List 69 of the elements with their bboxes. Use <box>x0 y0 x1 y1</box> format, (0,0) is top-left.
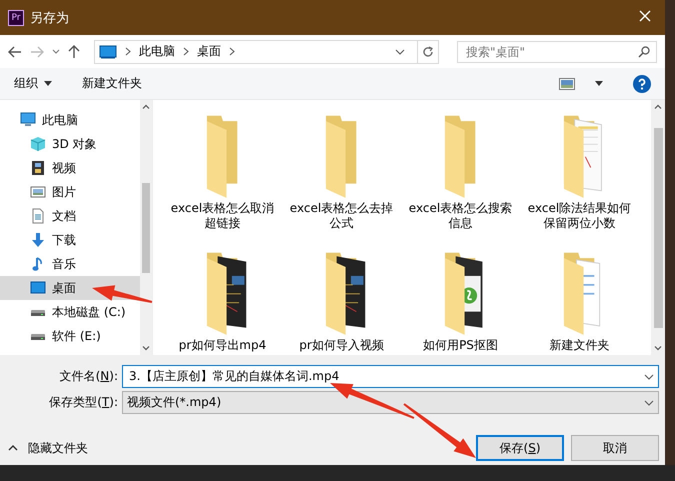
file-name-input[interactable]: 3.【店主原创】常见的自媒体名词.mp4 <box>127 368 644 384</box>
file-name[interactable]: excel表格怎么取消超链接 <box>170 201 274 231</box>
chevron-down-icon <box>644 400 654 406</box>
close-icon[interactable] <box>639 10 651 22</box>
sidebar-item[interactable]: 音乐 <box>0 252 140 276</box>
file-name-field[interactable]: 3.【店主原创】常见的自媒体名词.mp4 <box>122 365 659 388</box>
field-label: 文件名(N): <box>58 368 119 385</box>
hide-folders-button[interactable]: 隐藏文件夹 <box>8 440 88 456</box>
address-bar[interactable]: 此电脑 桌面 <box>94 40 439 64</box>
new-folder-button[interactable]: 新建文件夹 <box>82 75 142 92</box>
sidebar-item[interactable]: 此电脑 <box>0 108 140 132</box>
picture-icon <box>559 78 576 90</box>
sidebar-item[interactable]: 本地磁盘 (C:) <box>0 300 140 324</box>
file-name[interactable]: 如何用PS抠图 <box>408 338 512 353</box>
caret-icon <box>44 81 52 86</box>
chevron-up-icon <box>8 445 18 451</box>
picture-icon <box>30 184 46 200</box>
file-name[interactable]: excel表格怎么去掉公式 <box>290 201 394 231</box>
save-button[interactable]: 保存(S) <box>476 435 564 461</box>
app-icon: Pr <box>8 10 24 26</box>
back-arrow-icon[interactable] <box>8 46 22 58</box>
organize-button[interactable]: 组织 <box>14 75 52 92</box>
file-type-dropdown[interactable]: 视频文件(*.mp4) <box>122 391 659 414</box>
sidebar-item[interactable]: 视频 <box>0 156 140 180</box>
computer-icon <box>99 44 117 58</box>
scroll-down-icon[interactable] <box>142 346 150 351</box>
document-icon <box>30 208 46 224</box>
sidebar-item[interactable]: 文档 <box>0 204 140 228</box>
file-name[interactable]: pr如何导入视频 <box>290 338 394 353</box>
chevron-down-icon <box>644 374 654 380</box>
chevron-down-icon[interactable] <box>395 48 405 54</box>
help-icon[interactable] <box>633 74 651 92</box>
scrollbar-thumb[interactable] <box>142 182 150 272</box>
sidebar-item[interactable]: 软件 (E:) <box>0 324 140 348</box>
file-name[interactable]: excel除法结果如何保留两位小数 <box>528 201 632 231</box>
field-label: 保存类型(T): <box>48 394 119 411</box>
scroll-up-icon[interactable] <box>142 104 150 109</box>
window-title: 另存为 <box>30 10 69 26</box>
annotation-arrow <box>92 285 152 303</box>
search-icon <box>638 46 650 58</box>
sidebar-item[interactable]: 桌面 <box>0 276 140 300</box>
sidebar-item[interactable]: 3D 对象 <box>0 132 140 156</box>
refresh-icon[interactable] <box>422 46 434 58</box>
cube-icon <box>30 136 46 152</box>
computer-icon <box>20 112 36 128</box>
scrollbar-thumb[interactable] <box>654 128 662 328</box>
desktop-icon <box>30 280 46 296</box>
chevron-down-icon[interactable] <box>52 48 60 54</box>
cancel-button[interactable]: 取消 <box>571 435 659 461</box>
view-button[interactable] <box>559 76 603 90</box>
file-name[interactable]: 新建文件夹 <box>528 338 632 353</box>
scrollbar[interactable] <box>651 100 665 355</box>
chevron-right-icon <box>125 47 131 56</box>
download-arrow-icon <box>30 232 46 248</box>
sidebar-item[interactable]: 图片 <box>0 180 140 204</box>
up-arrow-icon[interactable] <box>68 44 80 58</box>
caret-icon <box>595 81 603 86</box>
scroll-down-icon[interactable] <box>654 346 662 351</box>
scroll-up-icon[interactable] <box>654 104 662 109</box>
file-name[interactable]: excel表格怎么搜索信息 <box>408 201 512 231</box>
file-name[interactable]: pr如何导出mp4 <box>170 338 274 353</box>
chevron-right-icon <box>183 47 189 56</box>
film-icon <box>30 160 46 176</box>
breadcrumb-item[interactable]: 桌面 <box>197 43 221 60</box>
scrollbar[interactable] <box>140 100 152 355</box>
chevron-right-icon <box>229 47 235 56</box>
sidebar-item[interactable]: 下载 <box>0 228 140 252</box>
search-field[interactable]: 搜索"桌面" <box>457 40 657 62</box>
breadcrumb-item[interactable]: 此电脑 <box>139 43 175 60</box>
